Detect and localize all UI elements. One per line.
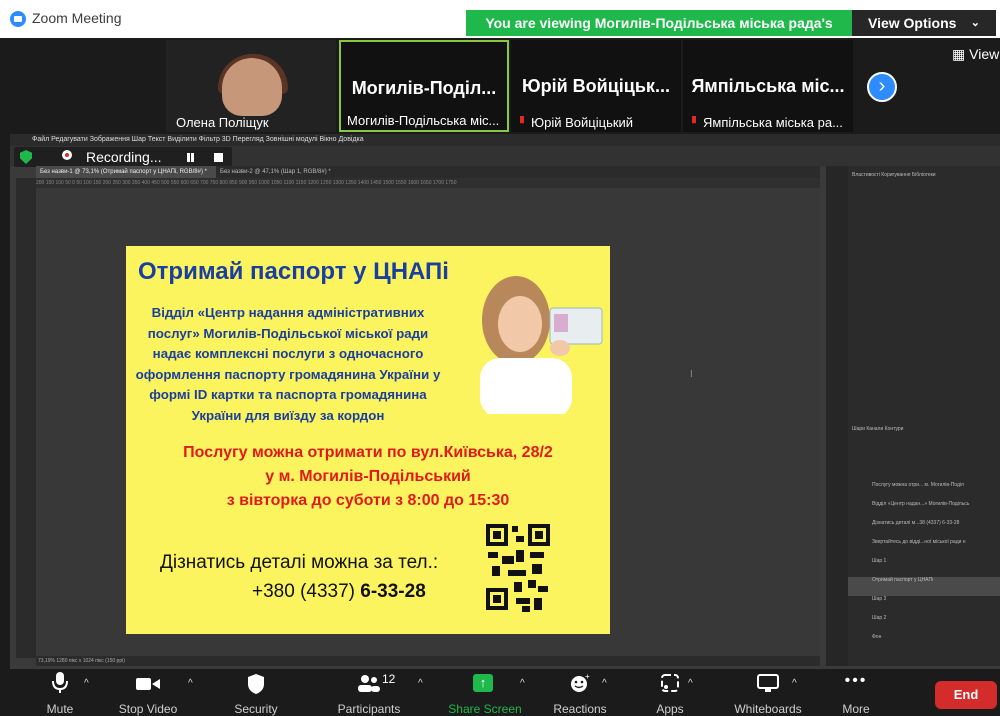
view-options-label: View Options — [868, 15, 957, 31]
ps-tab-active: Без назви-1 @ 73,1% (Отримай паспорт у Ц… — [36, 166, 216, 178]
woman-holding-id-card-image — [446, 262, 610, 414]
more-label: More — [842, 702, 870, 716]
ps-layers-list: Послугу можна отри... м. Могилів-Поділ В… — [848, 482, 1000, 653]
ps-layer-row[interactable]: Відділ «Центр надан...» Могилів-Подільсь — [848, 501, 1000, 520]
viewing-screen-banner: You are viewing Могилів-Подільська міськ… — [466, 10, 852, 57]
participants-count: 12 — [382, 672, 396, 686]
view-label: View — [969, 46, 1000, 62]
whiteboards-label: Whiteboards — [734, 702, 802, 716]
mute-button[interactable]: ^ Mute — [38, 672, 89, 716]
ps-layer-row[interactable]: Послугу можна отри... м. Могилів-Поділ — [848, 482, 1000, 501]
ps-layer-row[interactable]: Шар 3 — [848, 596, 1000, 615]
poster-hours-line: з вівторка до суботи з 8:00 до 15:30 — [226, 492, 510, 509]
security-button[interactable]: Security — [226, 672, 286, 716]
end-meeting-button[interactable]: End — [935, 681, 997, 709]
participants-label: Participants — [337, 702, 401, 716]
zoom-logo-icon — [10, 11, 26, 27]
participant-name-big: Могилів-Поділ... — [351, 78, 497, 98]
poster-title: Отримай паспорт у ЦНАПі — [138, 258, 449, 285]
security-label: Security — [234, 702, 278, 716]
participant-tile[interactable]: Ямпільська міс... Ямпільська міська ра..… — [683, 40, 853, 132]
phone-number: 6-33-28 — [360, 581, 426, 602]
chevron-up-icon[interactable]: ^ — [520, 678, 525, 689]
app-title: Zoom Meeting — [32, 10, 122, 26]
participant-video-face — [222, 58, 282, 116]
apps-icon — [661, 674, 679, 692]
reactions-button[interactable]: + ^ Reactions — [546, 672, 614, 716]
muted-mic-icon — [692, 116, 696, 124]
participant-name-big: Юрій Войціцьк... — [522, 76, 670, 96]
participant-name: Могилів-Подільська міс... — [347, 113, 500, 128]
more-button[interactable]: ••• More — [836, 672, 876, 716]
stop-video-button[interactable]: ^ Stop Video — [118, 672, 193, 716]
share-screen-button[interactable]: ↑ ^ Share Screen — [448, 672, 525, 716]
stop-video-label: Stop Video — [118, 702, 178, 716]
ps-tab: Без назви-2 @ 47,1% (Шар 1, RGB/8#) * — [220, 169, 331, 175]
ps-right-panels: Властивості Коригування Бібліотеки Шари … — [848, 166, 1000, 666]
ps-status-bar: 73,19% 1280 пікс х 1024 пікс (150 ppi) — [36, 656, 820, 666]
poster-city-line: у м. Могилів-Подільський — [265, 468, 471, 485]
ps-panel-strip — [826, 166, 848, 666]
participant-name-row: Ямпільська міська ра... — [689, 115, 843, 130]
share-screen-label: Share Screen — [448, 702, 522, 716]
poster-description: Відділ «Центр надання адміністративних п… — [135, 305, 441, 423]
poster-address-hours: Послугу можна отримати по вул.Київська, … — [130, 441, 606, 513]
more-dots-icon: ••• — [844, 672, 868, 689]
participant-name-row: Юрій Войціцький — [517, 115, 633, 130]
participant-tile[interactable]: Юрій Войціцьк... Юрій Войціцький — [511, 40, 681, 132]
view-options-button[interactable]: View Options ⌄ — [852, 10, 996, 36]
poster-phone: +380 (4337) 6-33-28 — [252, 581, 426, 603]
chevron-up-icon[interactable]: ^ — [792, 678, 797, 689]
ps-layers-tabs: Шари Канали Контури — [852, 426, 904, 432]
muted-mic-icon — [520, 116, 524, 124]
ps-layer-row[interactable]: Фон — [848, 634, 1000, 653]
participant-name: Олена Поліщук — [176, 115, 269, 130]
ps-layer-row-selected[interactable]: Отримай паспорт у ЦНАПі — [848, 577, 1000, 596]
ps-menu-bar: Файл Редагувати Зображення Шар Текст Вид… — [10, 134, 1000, 146]
qr-code-icon — [486, 522, 550, 614]
shield-icon — [248, 674, 264, 694]
record-icon — [62, 150, 72, 160]
recording-label: Recording... — [86, 149, 162, 165]
phone-prefix: +380 (4337) — [252, 581, 355, 602]
view-button[interactable]: ▦ View — [952, 46, 999, 63]
microphone-icon — [52, 672, 68, 693]
chevron-up-icon[interactable]: ^ — [418, 678, 423, 689]
participant-name: Юрій Войціцький — [531, 115, 634, 130]
chevron-down-icon: ⌄ — [970, 17, 980, 29]
chevron-up-icon[interactable]: ^ — [188, 678, 193, 689]
mute-label: Mute — [46, 702, 74, 716]
svg-text:+: + — [585, 673, 590, 681]
participant-name: Ямпільська міська ра... — [703, 115, 843, 130]
participant-tile-active-speaker[interactable]: Могилів-Поділ... Могилів-Подільська міс.… — [339, 40, 509, 132]
text-cursor-icon: I — [690, 369, 693, 380]
apps-label: Apps — [656, 702, 684, 716]
whiteboard-icon — [757, 674, 779, 692]
smiley-icon: + — [571, 672, 590, 692]
apps-button[interactable]: ^ Apps — [640, 672, 700, 716]
ps-properties-tabs: Властивості Коригування Бібліотеки — [852, 172, 936, 178]
share-arrow-icon: ↑ — [473, 674, 493, 692]
ps-layer-row[interactable]: Шар 1 — [848, 558, 1000, 577]
participant-name-big: Ямпільська міс... — [691, 76, 845, 96]
chevron-up-icon[interactable]: ^ — [84, 678, 89, 689]
ps-layer-row[interactable]: Дізнатись деталі м...38 (4337) 6-33-28 — [848, 520, 1000, 539]
chevron-up-icon[interactable]: ^ — [688, 678, 693, 689]
whiteboards-button[interactable]: ^ Whiteboards — [730, 672, 806, 716]
ps-layer-row[interactable]: Шар 2 — [848, 615, 1000, 634]
poster-address-line: Послугу можна отримати по вул.Київська, … — [183, 444, 553, 461]
reactions-label: Reactions — [553, 702, 607, 716]
ps-layer-row[interactable]: Звертайтесь до відді...ної міської ради … — [848, 539, 1000, 558]
participants-button[interactable]: 12 ^ Participants — [326, 672, 423, 716]
chevron-up-icon[interactable]: ^ — [602, 678, 607, 689]
grid-icon: ▦ — [952, 46, 966, 62]
next-page-button[interactable]: › — [867, 72, 897, 102]
video-camera-icon — [136, 678, 160, 690]
participants-icon — [358, 675, 380, 692]
ps-tools-panel — [16, 178, 36, 658]
stop-recording-button[interactable] — [214, 153, 223, 162]
ps-ruler: 200 150 100 50 0 50 100 150 200 250 300 … — [36, 178, 820, 188]
pause-recording-button[interactable] — [187, 153, 194, 162]
poster-details-label: Дізнатись деталі можна за тел.: — [160, 552, 439, 573]
